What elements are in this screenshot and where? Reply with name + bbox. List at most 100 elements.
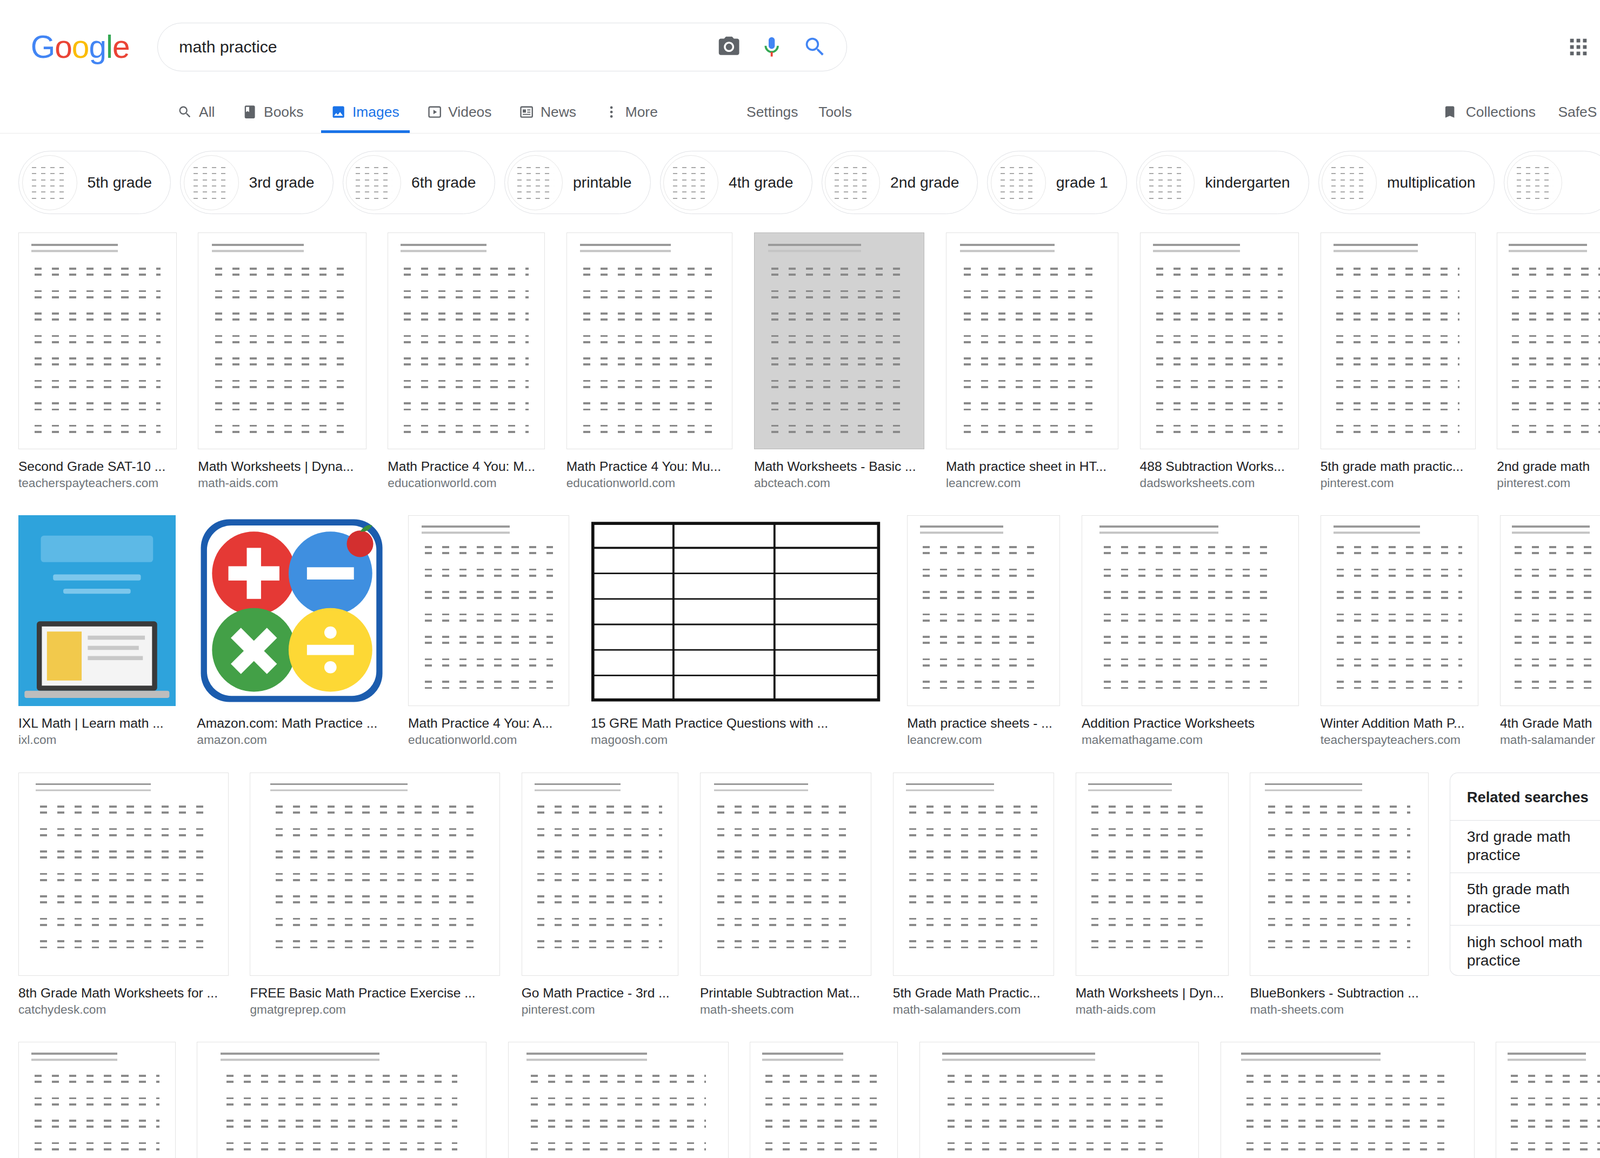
result-title[interactable]: 4th Grade Math xyxy=(1500,715,1600,732)
result-image[interactable] xyxy=(1075,772,1229,976)
result-title[interactable]: 5th Grade Math Practic... xyxy=(892,984,1055,1002)
result-source[interactable]: magoosh.com xyxy=(590,731,886,748)
refinement-chip[interactable]: 3rd grade xyxy=(180,150,334,215)
image-result[interactable]: FREE Basic Math Practice Exercise ...gma… xyxy=(249,772,500,1018)
image-result[interactable]: Math Worksheets | Dyna...math-aids.com xyxy=(197,232,366,491)
search-tab[interactable]: Videos xyxy=(416,94,503,134)
image-result[interactable]: 5th Grade Math Practic...math-salamander… xyxy=(892,772,1055,1018)
result-title[interactable]: Addition Practice Worksheets xyxy=(1081,715,1299,732)
image-result[interactable]: Math practice sheet in HT...leancrew.com xyxy=(945,232,1119,491)
image-result[interactable]: 15 GRE Math Practice Questions with ...m… xyxy=(590,515,886,748)
result-image[interactable] xyxy=(508,1041,729,1158)
image-result[interactable] xyxy=(18,1041,176,1158)
result-title[interactable]: 2nd grade math xyxy=(1496,458,1600,475)
result-title[interactable]: Math Practice 4 You: Mu... xyxy=(566,458,733,475)
image-result[interactable]: Amazon.com: Math Practice ...amazon.com xyxy=(196,515,387,748)
refinement-chip[interactable]: 2nd grade xyxy=(821,150,979,215)
refinement-chip[interactable]: kindergarten xyxy=(1136,150,1310,215)
result-image[interactable] xyxy=(945,232,1119,449)
result-image[interactable] xyxy=(1495,1041,1600,1158)
search-query[interactable]: math practice xyxy=(178,37,699,57)
search-tab[interactable]: Books xyxy=(232,94,315,134)
refinement-chip[interactable]: printable xyxy=(504,150,651,215)
image-result[interactable]: IXL Math | Learn math ...ixl.com xyxy=(18,515,176,748)
refinement-chip[interactable]: 4th grade xyxy=(660,150,813,215)
result-title[interactable]: 5th grade math practic... xyxy=(1320,458,1476,475)
image-result[interactable] xyxy=(196,1041,487,1158)
related-search-link[interactable]: high school math practice xyxy=(1450,924,1600,976)
image-result[interactable] xyxy=(919,1041,1199,1158)
apps-grid-icon[interactable] xyxy=(1569,37,1588,57)
google-logo[interactable]: Google xyxy=(30,31,130,64)
search-icon[interactable] xyxy=(802,34,828,59)
result-source[interactable]: educationworld.com xyxy=(408,731,570,748)
image-result[interactable]: Printable Subtraction Mat...math-sheets.… xyxy=(700,772,872,1018)
search-tab[interactable]: Images xyxy=(321,94,410,134)
result-source[interactable]: amazon.com xyxy=(196,731,387,748)
result-title[interactable]: Amazon.com: Math Practice ... xyxy=(196,715,387,732)
result-title[interactable]: Math Worksheets - Basic ... xyxy=(754,458,925,475)
result-title[interactable]: Math Practice 4 You: M... xyxy=(387,458,545,475)
result-image[interactable] xyxy=(18,772,229,976)
result-image[interactable] xyxy=(754,232,925,449)
result-source[interactable]: teacherspayteachers.com xyxy=(18,474,177,491)
refinement-chip[interactable]: 5th grade xyxy=(18,150,171,215)
image-result[interactable] xyxy=(1495,1041,1600,1158)
result-image[interactable] xyxy=(590,515,886,706)
image-result[interactable]: 8th Grade Math Worksheets for ...catchyd… xyxy=(18,772,229,1018)
result-source[interactable]: dadsworksheets.com xyxy=(1140,474,1299,491)
result-source[interactable]: teacherspayteachers.com xyxy=(1320,731,1479,748)
result-image[interactable] xyxy=(566,232,733,449)
image-result[interactable]: 2nd grade mathpinterest.com xyxy=(1496,232,1600,491)
image-result[interactable] xyxy=(1220,1041,1475,1158)
result-source[interactable]: ixl.com xyxy=(18,731,176,748)
image-result[interactable]: Math Practice 4 You: M...educationworld.… xyxy=(387,232,545,491)
image-result[interactable]: Math Practice 4 You: A...educationworld.… xyxy=(408,515,570,748)
result-title[interactable]: Go Math Practice - 3rd ... xyxy=(521,984,679,1002)
nav-tool-link[interactable]: Tools xyxy=(808,94,862,134)
image-result[interactable]: Addition Practice Worksheetsmakemathagam… xyxy=(1081,515,1299,748)
result-image[interactable] xyxy=(919,1041,1199,1158)
search-tab[interactable]: All xyxy=(167,94,226,134)
refinement-chip[interactable]: multiplication xyxy=(1318,150,1495,215)
result-source[interactable]: math-sheets.com xyxy=(700,1001,872,1018)
result-image[interactable] xyxy=(18,232,177,449)
result-image[interactable] xyxy=(1500,515,1600,706)
result-source[interactable]: gmatgreprep.com xyxy=(249,1001,500,1018)
result-image[interactable] xyxy=(1249,772,1429,976)
result-title[interactable]: IXL Math | Learn math ... xyxy=(18,715,176,732)
image-result[interactable]: Go Math Practice - 3rd ...pinterest.com xyxy=(521,772,679,1018)
refinement-chip[interactable]: grade 1 xyxy=(987,150,1127,215)
search-box[interactable]: math practice xyxy=(157,22,848,72)
result-source[interactable]: math-salamanders.com xyxy=(892,1001,1055,1018)
nav-tool-link[interactable]: Settings xyxy=(736,94,809,134)
image-result[interactable] xyxy=(508,1041,729,1158)
microphone-icon[interactable] xyxy=(759,34,784,59)
result-title[interactable]: Math practice sheet in HT... xyxy=(945,458,1119,475)
result-image[interactable] xyxy=(907,515,1060,706)
result-title[interactable]: Math Worksheets | Dyna... xyxy=(197,458,366,475)
result-title[interactable]: Printable Subtraction Mat... xyxy=(700,984,872,1002)
search-tab[interactable]: More xyxy=(593,94,669,134)
result-title[interactable]: BlueBonkers - Subtraction ... xyxy=(1249,984,1429,1002)
result-image[interactable] xyxy=(1320,515,1479,706)
result-source[interactable]: leancrew.com xyxy=(945,474,1119,491)
result-source[interactable]: pinterest.com xyxy=(1320,474,1476,491)
result-image[interactable] xyxy=(892,772,1055,976)
result-source[interactable]: abcteach.com xyxy=(754,474,925,491)
related-search-link[interactable]: 3rd grade math practice xyxy=(1450,820,1600,873)
collections-link[interactable]: Collections xyxy=(1442,103,1536,121)
result-image[interactable] xyxy=(521,772,679,976)
result-source[interactable]: math-aids.com xyxy=(197,474,366,491)
result-source[interactable]: educationworld.com xyxy=(387,474,545,491)
camera-icon[interactable] xyxy=(716,34,742,59)
result-image[interactable] xyxy=(196,515,387,706)
result-image[interactable] xyxy=(749,1041,898,1158)
result-image[interactable] xyxy=(387,232,545,449)
image-result[interactable]: Math practice sheets - ...leancrew.com xyxy=(907,515,1060,748)
image-result[interactable]: BlueBonkers - Subtraction ...math-sheets… xyxy=(1249,772,1429,1018)
result-image[interactable] xyxy=(700,772,872,976)
result-title[interactable]: Math Worksheets | Dyn... xyxy=(1075,984,1229,1002)
result-image[interactable] xyxy=(1220,1041,1475,1158)
safesearch-link[interactable]: SafeS xyxy=(1557,103,1597,121)
